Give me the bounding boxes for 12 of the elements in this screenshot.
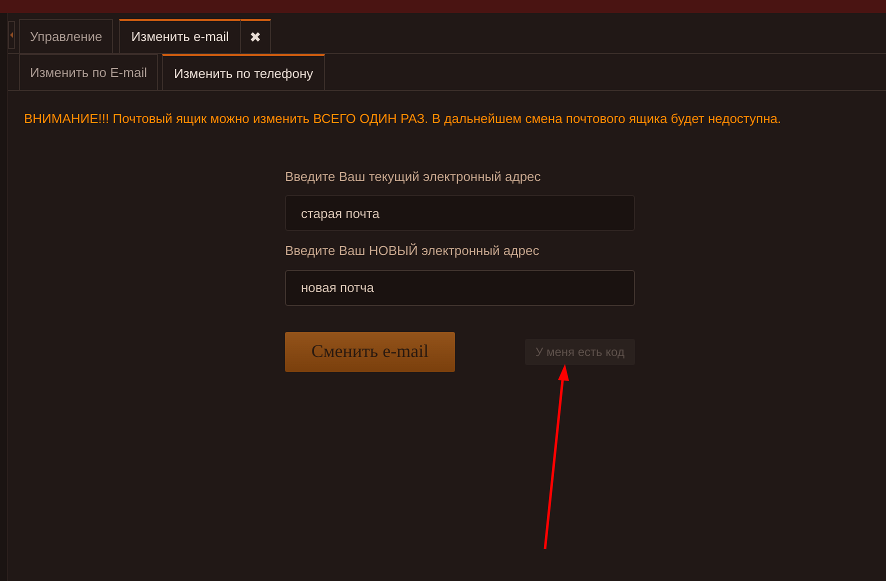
subtab[interactable]: Изменить по E-mail (19, 54, 158, 91)
scroll-left-button[interactable] (8, 21, 15, 49)
email-input-field[interactable]: новая потча (285, 270, 635, 306)
warning-text: ВНИМАНИЕ!!! Почтовый ящик можно изменить ВСЕГО ОДИН РАЗ. В дальнейшем смена почтового ящика будет недоступна. (24, 110, 782, 128)
tab[interactable]: Изменить e-mail (119, 19, 241, 53)
tab[interactable]: Управление (19, 19, 114, 53)
subtab[interactable]: Изменить по телефону (162, 54, 326, 91)
field-label: Введите Ваш НОВЫЙ электронный адрес (285, 242, 540, 260)
close-tab-button[interactable]: ✖ (240, 19, 271, 53)
caret-icon (10, 32, 13, 38)
field-label: Введите Ваш текущий электронный адрес (285, 168, 542, 186)
email-input-field[interactable]: старая почта (285, 195, 635, 231)
